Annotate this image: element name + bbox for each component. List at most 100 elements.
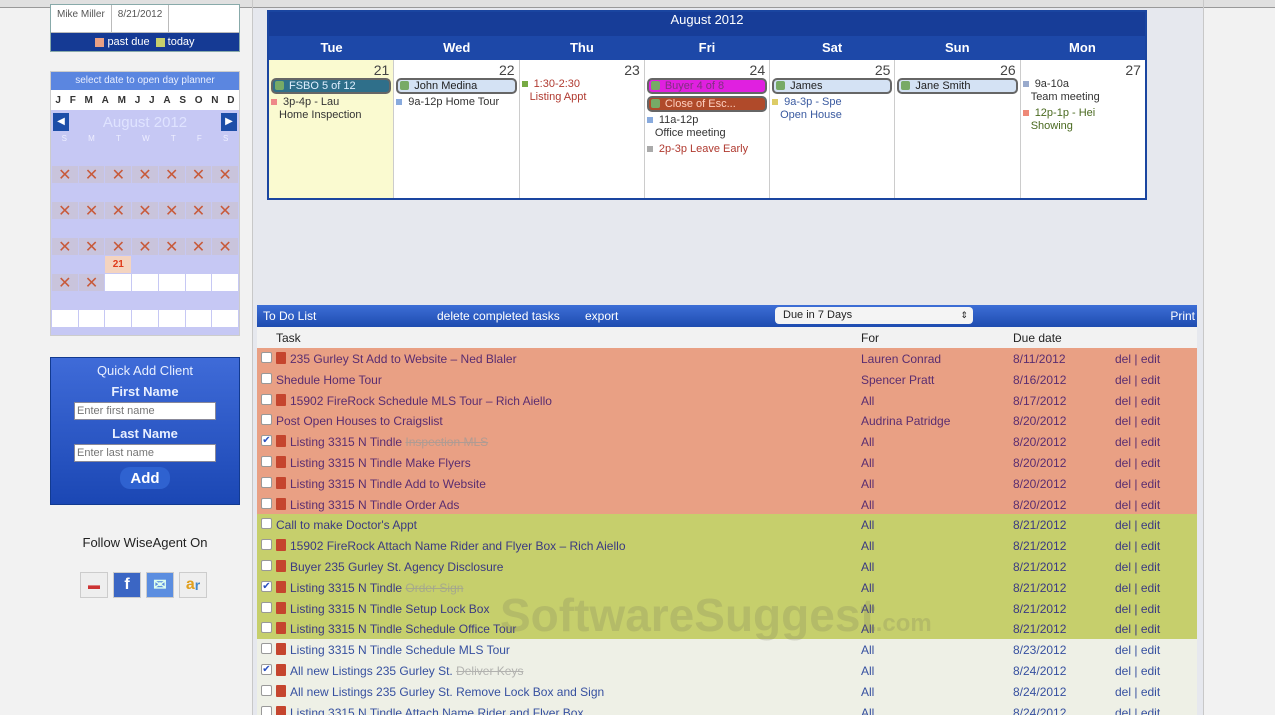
task-link[interactable]: 235 Gurley St Add to Website – Ned Blale…	[290, 352, 517, 366]
mini-day-cell[interactable]	[186, 292, 212, 309]
delete-link[interactable]: del	[1115, 414, 1131, 428]
past-day-crossed-icon[interactable]: ✕	[52, 202, 78, 220]
month-10[interactable]: N	[211, 95, 218, 106]
delete-link[interactable]: del	[1115, 456, 1131, 470]
calendar-event-pill[interactable]: FSBO 5 of 12	[271, 78, 392, 94]
complete-checkbox[interactable]	[261, 518, 272, 530]
add-client-button[interactable]: Add	[120, 467, 170, 489]
delete-link[interactable]: del	[1115, 560, 1131, 574]
day-number[interactable]: 24	[750, 62, 766, 78]
month-7[interactable]: A	[163, 95, 170, 106]
delete-link[interactable]: del	[1115, 706, 1131, 715]
calendar-event[interactable]: 9a-12p Home Tour	[394, 96, 518, 109]
prev-month-icon[interactable]: ◀	[53, 113, 69, 131]
delete-link[interactable]: del	[1115, 352, 1131, 366]
mini-day-cell[interactable]	[186, 220, 212, 237]
task-link[interactable]: All new Listings 235 Gurley St. Deliver …	[290, 664, 523, 678]
mini-day-cell[interactable]	[212, 256, 238, 273]
mini-day-cell[interactable]	[186, 184, 212, 201]
mini-day-cell[interactable]	[79, 256, 105, 273]
month-4[interactable]: M	[118, 95, 126, 106]
calendar-day-cell[interactable]: 26 Jane Smith	[895, 60, 1021, 198]
month-8[interactable]: S	[179, 95, 186, 106]
delete-link[interactable]: del	[1115, 539, 1131, 553]
last-name-input[interactable]	[74, 444, 216, 462]
activerain-icon[interactable]: ar	[179, 572, 207, 598]
calendar-event-pill[interactable]: James	[772, 78, 893, 94]
mini-day-cell[interactable]	[212, 274, 238, 291]
task-link[interactable]: Call to make Doctor's Appt	[276, 518, 417, 532]
past-day-crossed-icon[interactable]: ✕	[52, 274, 78, 292]
month-5[interactable]: J	[135, 95, 141, 106]
edit-link[interactable]: edit	[1141, 622, 1160, 636]
task-link[interactable]: Listing 3315 N Tindle Inspection MLS	[290, 435, 488, 449]
mini-day-cell[interactable]	[212, 184, 238, 201]
twitter-icon[interactable]: ✉	[146, 572, 174, 598]
column-for[interactable]: For	[861, 331, 879, 345]
mini-day-cell[interactable]	[186, 256, 212, 273]
day-number[interactable]: 22	[499, 62, 515, 78]
edit-link[interactable]: edit	[1141, 435, 1160, 449]
complete-checkbox[interactable]	[261, 455, 272, 467]
task-link[interactable]: Listing 3315 N Tindle Order Sign	[290, 581, 463, 595]
complete-checkbox[interactable]	[261, 643, 272, 655]
past-day-crossed-icon[interactable]: ✕	[132, 202, 158, 220]
month-3[interactable]: A	[102, 95, 109, 106]
past-day-crossed-icon[interactable]: ✕	[158, 166, 185, 184]
past-day-crossed-icon[interactable]: ✕	[105, 202, 132, 220]
mini-day-cell[interactable]	[52, 184, 78, 201]
edit-link[interactable]: edit	[1141, 685, 1160, 699]
delete-link[interactable]: del	[1115, 435, 1131, 449]
export-link[interactable]: export	[585, 309, 618, 323]
task-link[interactable]: Shedule Home Tour	[276, 373, 382, 387]
mini-day-cell[interactable]	[132, 184, 158, 201]
mini-day-cell[interactable]	[186, 148, 212, 165]
calendar-event-pill[interactable]: Close of Esc...	[646, 96, 768, 112]
mini-day-cell[interactable]	[159, 220, 185, 237]
past-day-crossed-icon[interactable]: ✕	[52, 166, 78, 184]
mini-day-cell[interactable]	[105, 220, 131, 237]
mini-day-cell[interactable]	[212, 292, 238, 309]
complete-checkbox[interactable]	[261, 559, 272, 571]
delete-completed-link[interactable]: delete completed tasks	[437, 309, 560, 323]
mini-day-cell[interactable]	[79, 148, 105, 165]
edit-link[interactable]: edit	[1141, 498, 1160, 512]
day-number[interactable]: 25	[875, 62, 891, 78]
complete-checkbox[interactable]	[261, 414, 272, 426]
past-day-crossed-icon[interactable]: ✕	[78, 238, 105, 256]
edit-link[interactable]: edit	[1141, 477, 1160, 491]
complete-checkbox[interactable]	[261, 705, 272, 715]
mini-day-cell[interactable]	[132, 220, 158, 237]
past-day-crossed-icon[interactable]: ✕	[158, 202, 185, 220]
complete-checkbox[interactable]	[261, 539, 272, 551]
youtube-icon[interactable]: ▬	[80, 572, 108, 598]
past-day-crossed-icon[interactable]: ✕	[212, 202, 238, 220]
task-link[interactable]: 15902 FireRock Attach Name Rider and Fly…	[290, 539, 626, 553]
mini-day-cell[interactable]	[105, 148, 131, 165]
calendar-event[interactable]: 9a-10a Team meeting	[1021, 78, 1145, 104]
past-day-crossed-icon[interactable]: ✕	[78, 202, 105, 220]
month-0[interactable]: J	[55, 95, 61, 106]
month-2[interactable]: M	[85, 95, 93, 106]
day-number[interactable]: 23	[624, 62, 640, 78]
first-name-input[interactable]	[74, 402, 216, 420]
complete-checkbox[interactable]	[261, 372, 272, 384]
calendar-event[interactable]: 12p-1p - Hei Showing	[1021, 107, 1145, 133]
facebook-icon[interactable]: f	[113, 572, 141, 598]
mini-day-cell[interactable]	[105, 184, 131, 201]
task-link[interactable]: Listing 3315 N Tindle Schedule Office To…	[290, 622, 516, 636]
mini-day-cell[interactable]	[185, 274, 212, 291]
date-field[interactable]: 8/21/2012	[112, 5, 170, 32]
day-number[interactable]: 27	[1125, 62, 1141, 78]
task-link[interactable]: 15902 FireRock Schedule MLS Tour – Rich …	[290, 394, 552, 408]
edit-link[interactable]: edit	[1141, 539, 1160, 553]
mini-day-cell[interactable]	[52, 292, 78, 309]
delete-link[interactable]: del	[1115, 498, 1131, 512]
past-day-crossed-icon[interactable]: ✕	[212, 238, 238, 256]
mini-day-cell[interactable]	[159, 184, 185, 201]
mini-day-cell[interactable]	[79, 292, 105, 309]
delete-link[interactable]: del	[1115, 477, 1131, 491]
calendar-day-cell[interactable]: 21 FSBO 5 of 12 3p-4p - Lau Home Inspection	[269, 60, 395, 198]
edit-link[interactable]: edit	[1141, 352, 1160, 366]
mini-day-cell[interactable]	[132, 292, 158, 309]
